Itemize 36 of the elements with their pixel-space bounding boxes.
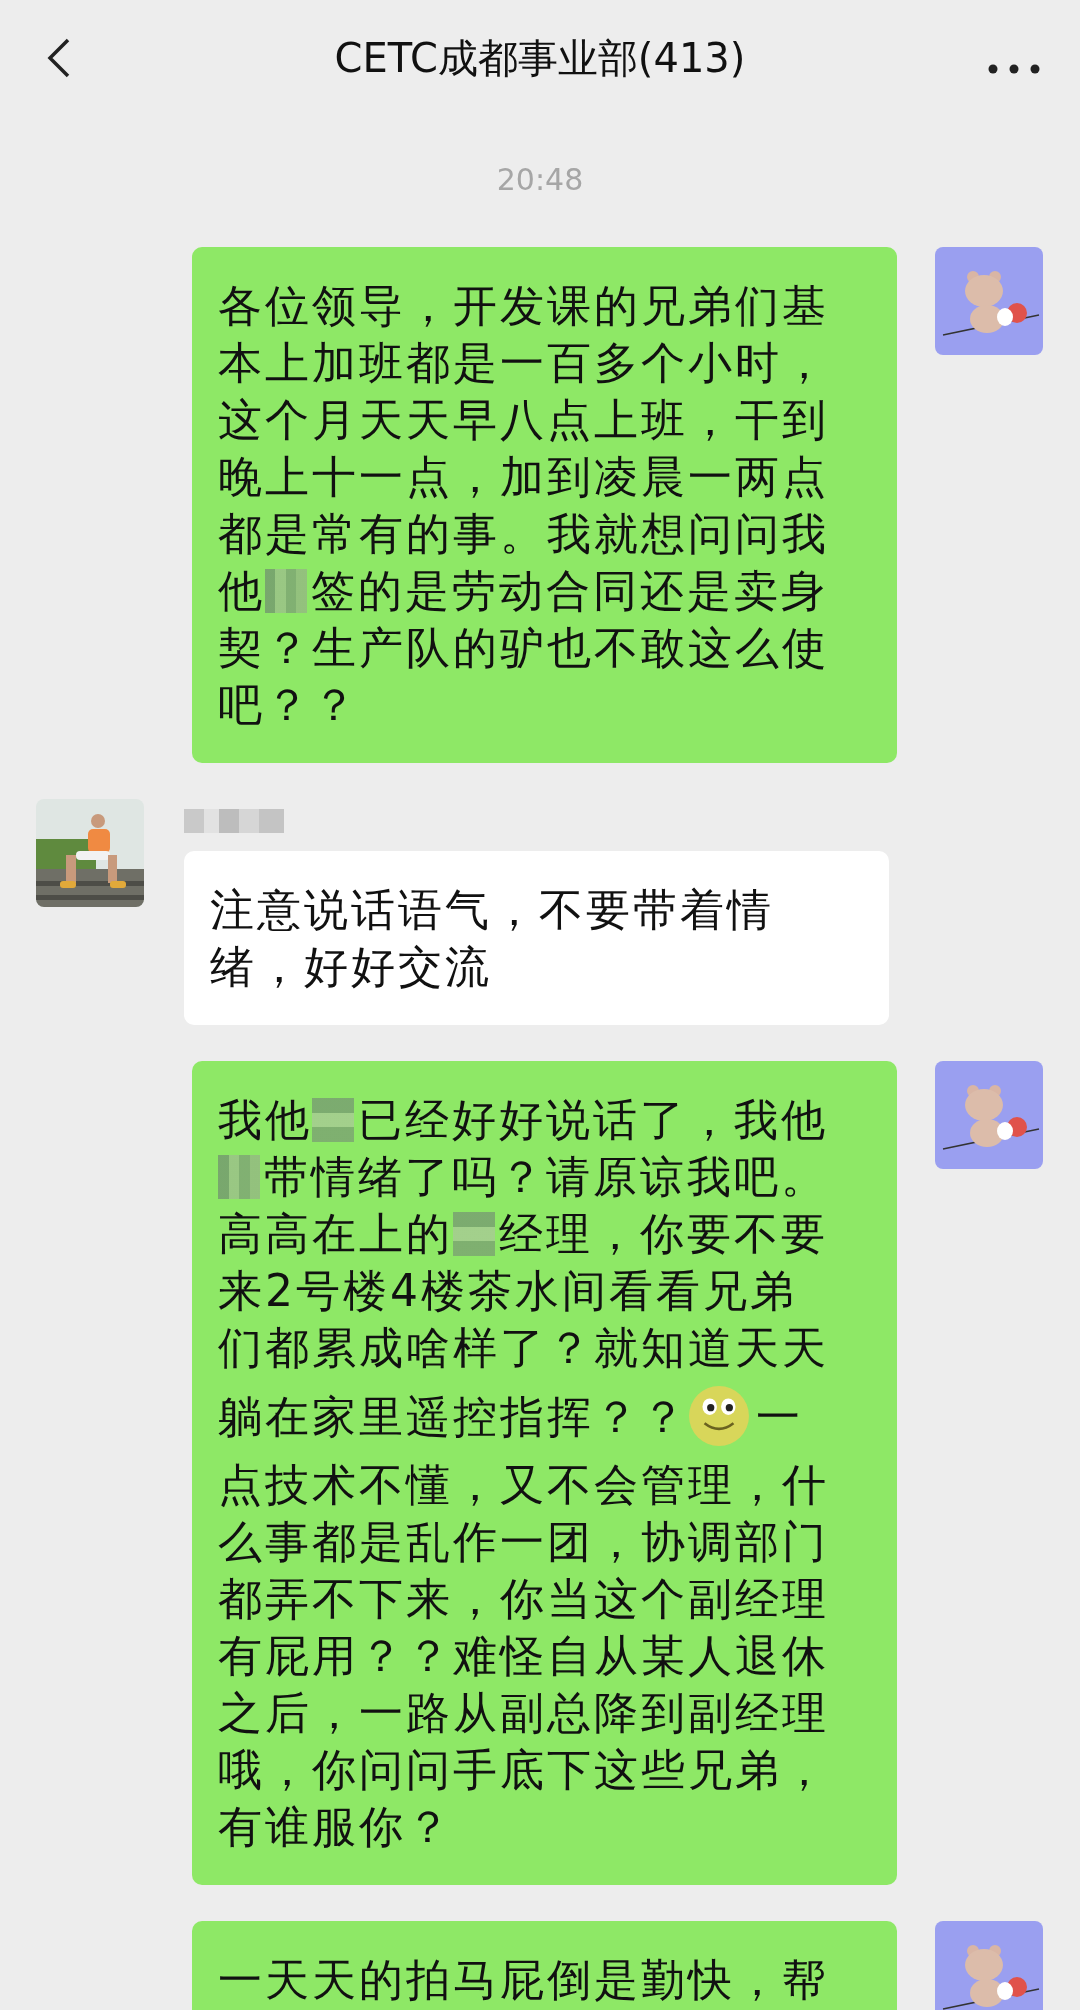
- message-text: 签的是劳动合同还是卖身: [311, 564, 828, 618]
- message-text: 哦，你问问手底下这些兄弟，: [218, 1743, 829, 1797]
- message-text: 吧？？: [218, 678, 359, 732]
- message-text: 各位领导，开发课的兄弟们基: [218, 279, 829, 333]
- smiley-icon: [688, 1385, 750, 1447]
- message-text: 晚上十一点，加到凌晨一两点: [218, 450, 829, 504]
- pixelated-mark: [453, 1211, 495, 1256]
- message-text: 高高在上的: [218, 1207, 453, 1261]
- message-text: 之后，一路从副总降到副经理: [218, 1686, 829, 1740]
- message-text: 有谁服你？: [218, 1800, 453, 1854]
- message-text: 点技术不懂，又不会管理，什: [218, 1458, 829, 1512]
- message-text: 一: [756, 1389, 803, 1444]
- message-text: 有屁用？？难怪自从某人退休: [218, 1629, 829, 1683]
- more-icon[interactable]: [988, 64, 1040, 74]
- message-text: 经理，你要不要: [499, 1207, 828, 1261]
- message-text: 躺在家里遥控指挥？？: [218, 1389, 688, 1444]
- message-text: 都弄不下来，你当这个副经理: [218, 1572, 829, 1626]
- message-text: 注意说话语气，不要带着情: [210, 883, 774, 937]
- message-text: 都是常有的事。我就想问问我: [218, 507, 829, 561]
- pixelated-mark: [218, 1154, 260, 1199]
- message-text: 带情绪了吗？请原谅我吧。: [264, 1150, 828, 1204]
- pixelated-mark: [312, 1097, 354, 1142]
- timestamp: 20:48: [496, 161, 584, 199]
- pixelated-mark: [265, 568, 307, 613]
- message-text: 绪，好好交流: [210, 940, 492, 994]
- message-text: 已经好好说话了，我他: [358, 1093, 828, 1147]
- message-text: 这个月天天早八点上班，干到: [218, 393, 829, 447]
- message-text: 一天天的拍马屁倒是勤快，帮: [218, 1953, 829, 2007]
- message-text: 么事都是乱作一团，协调部门: [218, 1515, 829, 1569]
- message-text: 他: [218, 564, 265, 618]
- message-text: 我他: [218, 1093, 312, 1147]
- message-text: 来2号楼4楼茶水间看看兄弟: [218, 1264, 797, 1318]
- message-text: 本上加班都是一百多个小时，: [218, 336, 829, 390]
- chat-title: CETC成都事业部(413): [334, 33, 746, 83]
- message-text: 契？生产队的驴也不敢这么使: [218, 621, 829, 675]
- message-text: 们都累成啥样了？就知道天天: [218, 1321, 829, 1375]
